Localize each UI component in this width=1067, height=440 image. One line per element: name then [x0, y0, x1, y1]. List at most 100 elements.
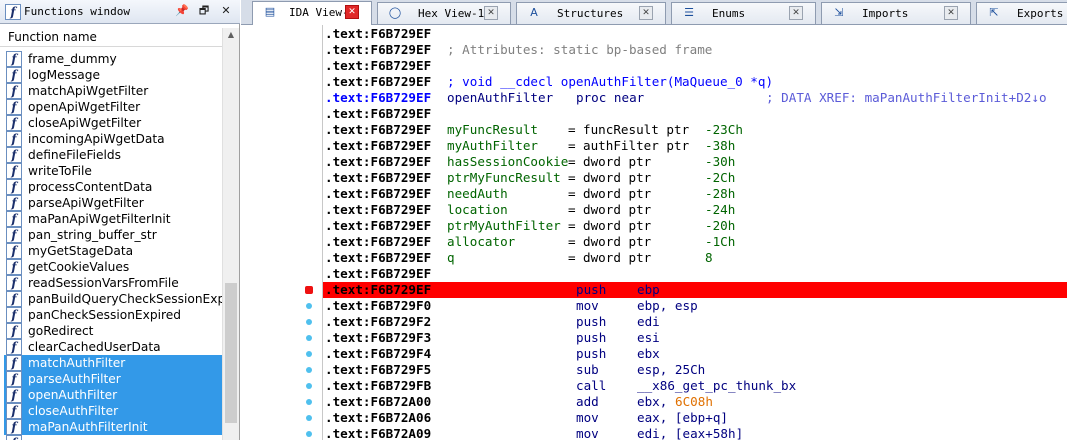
code-line[interactable]: .text:F6B729F3 push esi [323, 330, 1067, 346]
code-line[interactable]: .text:F6B729EF hasSessionCookie = dword ptr… [323, 154, 1067, 170]
code-line[interactable]: .text:F6B729EF ptrMyFuncResult = dword ptr -… [323, 170, 1067, 186]
function-name: matchAuthFilter [28, 356, 126, 370]
functions-scrollbar[interactable]: ▲ [222, 28, 239, 440]
function-list-item[interactable]: f pan_sp... [4, 435, 222, 440]
code-line[interactable]: .text:F6B729EF q = dword ptr 8 [323, 250, 1067, 266]
function-list-item[interactable]: f incomingApiWgetData [4, 131, 222, 147]
function-name: readSessionVarsFromFile [28, 276, 179, 290]
function-list-item[interactable]: f panBuildQueryCheckSessionExpired [4, 291, 222, 307]
function-list-item[interactable]: f closeAuthFilter [4, 403, 222, 419]
function-list-item[interactable]: f logMessage [4, 67, 222, 83]
function-list-item[interactable]: f goRedirect [4, 323, 222, 339]
flow-dot [306, 415, 312, 421]
variable-type: dword ptr [583, 170, 652, 185]
flow-dot [306, 335, 312, 341]
code-line[interactable]: .text:F6B729EF ; Attributes: static bp-ba… [323, 42, 1067, 58]
code-line[interactable]: .text:F6B729FB call __x86_get_pc_thunk_bx [323, 378, 1067, 394]
function-list-item[interactable]: f myGetStageData [4, 243, 222, 259]
code-line[interactable]: .text:F6B729EF needAuth = dword ptr -28h [323, 186, 1067, 202]
code-line[interactable]: .text:F6B729EF myFuncResult = funcResult pt… [323, 122, 1067, 138]
tab-close-icon[interactable]: ✕ [345, 5, 359, 19]
close-icon[interactable]: ✕ [219, 4, 233, 18]
function-icon: f [6, 275, 22, 291]
tab-close-icon[interactable]: ✕ [484, 6, 498, 20]
function-icon: f [6, 355, 22, 371]
disassembly-view[interactable]: .text:F6B729EF .text:F6B729EF; Attributes… [322, 25, 1067, 440]
flow-dot [306, 319, 312, 325]
tab-structures[interactable]: A Structures ✕ [516, 2, 666, 24]
code-line[interactable]: .text:F6B729EF [323, 26, 1067, 42]
code-line[interactable]: .text:F6B729EF [323, 106, 1067, 122]
code-line[interactable]: .text:F6B72A09 mov edi, [eax+58h] [323, 426, 1067, 440]
variable-type: dword ptr [583, 154, 652, 169]
tab-hex-view-1[interactable]: ◯ Hex View-1 ✕ [377, 2, 511, 24]
function-list-item[interactable]: f defineFileFields [4, 147, 222, 163]
instruction-mnemonic: mov [576, 298, 599, 313]
tab-enums[interactable]: ☰ Enums ✕ [671, 2, 816, 24]
code-line[interactable]: .text:F6B729F0 mov ebp, esp [323, 298, 1067, 314]
function-name-column-header[interactable]: Function name [0, 28, 222, 47]
line-address: .text:F6B729EF [325, 186, 432, 201]
tab-imports[interactable]: ⇲ Imports ✕ [821, 2, 971, 24]
code-line[interactable]: .text:F6B729EF ; void __cdecl openAuthFil… [323, 74, 1067, 90]
line-address: .text:F6B729EF [325, 138, 432, 153]
flow-dot [306, 399, 312, 405]
proc-directive: proc near [576, 90, 645, 105]
variable-offset: -1Ch [705, 234, 736, 249]
code-line[interactable]: .text:F6B729EF openAuthFilter proc near ; D… [323, 90, 1067, 106]
code-line[interactable]: .text:F6B729EF location = dword ptr -24h [323, 202, 1067, 218]
function-list-item[interactable]: f parseApiWgetFilter [4, 195, 222, 211]
equals-sign: = [568, 122, 576, 137]
code-line[interactable]: .text:F6B729EF push ebp [323, 282, 1067, 298]
tab-exports[interactable]: ⇱Exports✕ [976, 2, 1067, 24]
function-list-item[interactable]: f writeToFile [4, 163, 222, 179]
functions-window-title: Functions window [24, 5, 130, 18]
function-list[interactable]: f frame_dummy f logMessage f matchApiWgetFilt… [4, 51, 222, 440]
xref-comment: ; DATA XREF: maPanAuthFilterInit+D2↓o [766, 90, 1047, 105]
restore-window-icon[interactable]: 🗗 [197, 4, 211, 18]
code-line[interactable]: .text:F6B729F5 sub esp, 25Ch [323, 362, 1067, 378]
variable-offset: -38h [705, 138, 736, 153]
function-list-item[interactable]: f processContentData [4, 179, 222, 195]
function-list-item[interactable]: f panCheckSessionExpired [4, 307, 222, 323]
variable-type: authFilter ptr [583, 138, 690, 153]
code-line[interactable]: .text:F6B729EF allocator = dword ptr -1Ch [323, 234, 1067, 250]
function-list-item[interactable]: f pan_string_buffer_str [4, 227, 222, 243]
function-list-item[interactable]: f maPanApiWgetFilterInit [4, 211, 222, 227]
function-list-item[interactable]: f openAuthFilter [4, 387, 222, 403]
tab-close-icon[interactable]: ✕ [639, 6, 653, 20]
instruction-mnemonic: push [576, 330, 607, 345]
line-address: .text:F6B729EF [325, 202, 432, 217]
tab-bar: ▤ IDA View-A ✕ ◯ Hex View-1 ✕ A Structures ✕ ☰ Enu… [241, 0, 1067, 25]
code-line[interactable]: .text:F6B729EF [323, 266, 1067, 282]
function-label: openAuthFilter [447, 90, 554, 105]
function-list-item[interactable]: f closeApiWgetFilter [4, 115, 222, 131]
code-line[interactable]: .text:F6B72A06 mov eax, [ebp+q] [323, 410, 1067, 426]
scrollbar-thumb[interactable] [225, 283, 237, 423]
function-list-item[interactable]: f matchAuthFilter [4, 355, 222, 371]
variable-offset: 8 [705, 250, 713, 265]
code-line[interactable]: .text:F6B729F2 push edi [323, 314, 1067, 330]
functions-window-titlebar[interactable]: f Functions window 📌 🗗 ✕ [0, 0, 240, 24]
code-line[interactable]: .text:F6B72A00 add ebx, 6C08h [323, 394, 1067, 410]
functions-window: f Functions window 📌 🗗 ✕ Function name f… [0, 0, 240, 440]
function-list-item[interactable]: f readSessionVarsFromFile [4, 275, 222, 291]
function-list-item[interactable]: f getCookieValues [4, 259, 222, 275]
tab-close-icon[interactable]: ✕ [789, 6, 803, 20]
breakpoint-marker[interactable] [305, 286, 313, 294]
code-line[interactable]: .text:F6B729EF ptrMyAuthFilter = dword ptr -… [323, 218, 1067, 234]
code-line[interactable]: .text:F6B729EF myAuthFilter = authFilter pt… [323, 138, 1067, 154]
tab-close-icon[interactable]: ✕ [944, 6, 958, 20]
code-line[interactable]: .text:F6B729EF [323, 58, 1067, 74]
function-list-item[interactable]: f parseAuthFilter [4, 371, 222, 387]
function-list-item[interactable]: f maPanAuthFilterInit [4, 419, 222, 435]
function-list-item[interactable]: f openApiWgetFilter [4, 99, 222, 115]
function-list-item[interactable]: f frame_dummy [4, 51, 222, 67]
pin-icon[interactable]: 📌 [175, 4, 189, 18]
function-list-item[interactable]: f clearCachedUserData [4, 339, 222, 355]
code-line[interactable]: .text:F6B729F4 push ebx [323, 346, 1067, 362]
scroll-up-arrow-icon[interactable]: ▲ [223, 30, 239, 39]
tab-ida-view-a[interactable]: ▤ IDA View-A ✕ [252, 1, 372, 25]
function-list-item[interactable]: f matchApiWgetFilter [4, 83, 222, 99]
equals-sign: = [568, 138, 576, 153]
